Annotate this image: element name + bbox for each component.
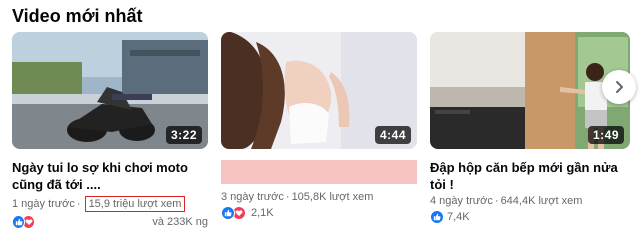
video-duration: 1:49 — [587, 126, 624, 144]
reaction-count: và 233K ng — [152, 216, 208, 228]
next-button[interactable] — [602, 70, 636, 104]
video-meta: 1 ngày trước · 15,9 triệu lượt xem — [12, 196, 208, 212]
video-title[interactable]: Ngày tui lo sợ khi chơi moto cũng đã tới… — [12, 159, 208, 193]
video-views: 644,4K lượt xem — [500, 195, 583, 207]
section-title: Video mới nhất — [12, 6, 143, 26]
video-duration: 4:44 — [374, 126, 411, 144]
video-reactions[interactable]: và 233K ng — [12, 215, 208, 229]
video-views: 15,9 triệu lượt xem — [84, 196, 186, 212]
redacted-title — [221, 160, 417, 184]
separator-dot: · — [285, 191, 290, 203]
video-card[interactable]: 1:49 Đập hộp căn bếp mới gần nửa tỏi ! 4… — [430, 32, 630, 224]
reaction-count: 2,1K — [251, 207, 274, 219]
video-time: 4 ngày trước — [430, 195, 493, 207]
video-time: 3 ngày trước — [221, 191, 284, 203]
video-time: 1 ngày trước — [12, 198, 75, 210]
video-card[interactable]: 3:22 Ngày tui lo sợ khi chơi moto cũng đ… — [12, 32, 208, 229]
separator-dot: · — [76, 198, 81, 210]
like-icon — [430, 210, 444, 224]
video-reactions[interactable]: 2,1K — [221, 206, 417, 220]
video-meta: 3 ngày trước · 105,8K lượt xem — [221, 191, 417, 203]
video-thumbnail[interactable]: 3:22 — [12, 32, 208, 149]
like-icon — [221, 206, 235, 220]
video-thumbnail[interactable]: 4:44 — [221, 32, 417, 149]
video-card[interactable]: 4:44 3 ngày trước · 105,8K lượt xem 2,1K — [221, 32, 417, 220]
separator-dot: · — [494, 195, 499, 207]
video-duration: 3:22 — [165, 126, 202, 144]
video-meta: 4 ngày trước · 644,4K lượt xem — [430, 195, 630, 207]
video-thumbnail[interactable]: 1:49 — [430, 32, 630, 149]
chevron-right-icon — [616, 81, 623, 93]
video-title[interactable]: Đập hộp căn bếp mới gần nửa tỏi ! — [430, 159, 630, 193]
video-reactions[interactable]: 7,4K — [430, 210, 630, 224]
video-views: 105,8K lượt xem — [291, 191, 374, 203]
reaction-count: 7,4K — [447, 211, 470, 223]
